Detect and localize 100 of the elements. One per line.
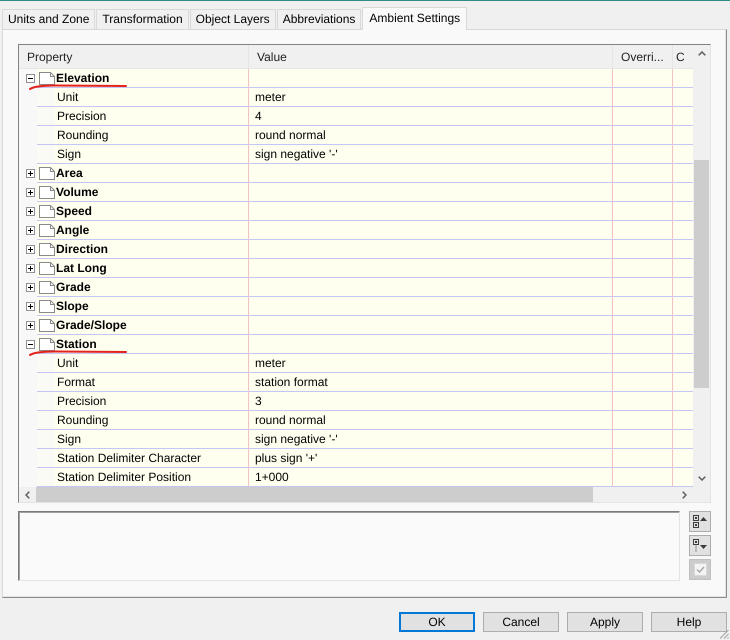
- category-label: Station: [56, 336, 97, 353]
- plus-box-icon[interactable]: [26, 244, 34, 254]
- category-row[interactable]: Angle: [19, 221, 693, 240]
- property-value: round normal: [255, 412, 326, 429]
- scrollbar-thumb[interactable]: [694, 160, 709, 388]
- property-value: sign negative '-': [255, 146, 338, 163]
- dialog-button[interactable]: Cancel: [483, 612, 559, 632]
- property-value: sign negative '-': [255, 431, 338, 448]
- dialog-button[interactable]: Apply: [567, 612, 643, 632]
- category-label: Area: [56, 165, 83, 182]
- category-row[interactable]: Station: [19, 335, 693, 354]
- property-name: Format: [57, 374, 96, 391]
- property-row[interactable]: Precision 3: [19, 392, 693, 411]
- property-value: meter: [255, 89, 286, 106]
- property-name: Rounding: [57, 412, 108, 429]
- scrollbar-thumb[interactable]: [36, 487, 593, 502]
- minus-box-icon[interactable]: [26, 340, 34, 348]
- category-label: Volume: [56, 184, 98, 201]
- property-name: Rounding: [57, 127, 108, 144]
- category-label: Slope: [56, 298, 89, 315]
- squares-arrow-up-icon: [693, 515, 707, 528]
- property-name: Unit: [57, 355, 78, 372]
- page-icon: [39, 262, 55, 274]
- column-header: Value: [257, 50, 287, 64]
- page-icon: [39, 300, 55, 312]
- category-row[interactable]: Grade: [19, 278, 693, 297]
- category-row[interactable]: Elevation: [19, 69, 693, 88]
- category-row[interactable]: Area: [19, 164, 693, 183]
- category-label: Direction: [56, 241, 108, 258]
- category-label: Grade: [56, 279, 91, 296]
- property-name: Unit: [57, 89, 78, 106]
- plus-box-icon[interactable]: [26, 282, 34, 292]
- tab[interactable]: Transformation: [96, 9, 189, 29]
- category-label: Speed: [56, 203, 92, 220]
- property-value: round normal: [255, 127, 326, 144]
- category-label: Grade/Slope: [56, 317, 127, 334]
- category-row[interactable]: Slope: [19, 297, 693, 316]
- page-icon: [39, 242, 55, 256]
- toolbar-button[interactable]: [689, 535, 711, 556]
- plus-box-icon[interactable]: [26, 302, 34, 310]
- category-row[interactable]: Grade/Slope: [19, 316, 693, 335]
- property-row[interactable]: Station Delimiter Position 1+000: [19, 468, 693, 487]
- property-row[interactable]: Sign sign negative '-': [19, 430, 693, 449]
- toolbar-button[interactable]: [689, 511, 711, 532]
- property-name: Station Delimiter Character: [57, 450, 202, 467]
- tab[interactable]: Ambient Settings: [362, 7, 468, 30]
- category-label: Angle: [56, 222, 90, 239]
- dialog-button[interactable]: OK: [399, 612, 475, 632]
- property-value: meter: [255, 355, 286, 372]
- tab[interactable]: Units and Zone: [2, 9, 96, 29]
- dialog-button[interactable]: Help: [651, 612, 727, 632]
- property-row[interactable]: Unit meter: [19, 354, 693, 373]
- property-row[interactable]: Station Delimiter Character plus sign '+': [19, 449, 693, 468]
- property-value: 4: [255, 108, 262, 125]
- property-row[interactable]: Precision 4: [19, 107, 693, 126]
- property-name: Precision: [57, 108, 106, 125]
- tab[interactable]: Object Layers: [190, 9, 276, 29]
- property-row[interactable]: Format station format: [19, 373, 693, 392]
- page-icon: [39, 224, 55, 236]
- check-icon: [694, 563, 706, 576]
- property-name: Sign: [57, 431, 82, 448]
- property-row[interactable]: Unit meter: [19, 88, 693, 107]
- property-value: plus sign '+': [255, 450, 318, 467]
- property-name: Sign: [57, 146, 82, 163]
- chevron-down-icon[interactable]: [698, 476, 706, 481]
- page-icon: [39, 72, 55, 84]
- column-header: Property: [27, 50, 72, 64]
- category-row[interactable]: Volume: [19, 183, 693, 202]
- property-value: station format: [255, 374, 328, 391]
- page-icon: [39, 204, 55, 218]
- square-arrow-down-icon: [693, 539, 707, 552]
- chevron-left-icon[interactable]: [25, 490, 30, 498]
- resize-grip-icon[interactable]: [719, 629, 729, 639]
- tab[interactable]: Abbreviations: [276, 9, 362, 29]
- property-name: Precision: [57, 393, 106, 410]
- plus-box-icon[interactable]: [26, 226, 34, 234]
- plus-box-icon[interactable]: [26, 168, 34, 178]
- plus-box-icon[interactable]: [26, 188, 34, 196]
- property-row[interactable]: Rounding round normal: [19, 411, 693, 430]
- property-value: 3: [255, 393, 262, 410]
- category-label: Elevation: [56, 70, 110, 87]
- page-icon: [39, 338, 55, 350]
- minus-box-icon[interactable]: [26, 74, 34, 82]
- category-row[interactable]: Speed: [19, 202, 693, 221]
- page-icon: [39, 280, 55, 294]
- property-value: 1+000: [255, 469, 289, 486]
- column-header: C: [676, 50, 685, 64]
- plus-box-icon[interactable]: [26, 264, 34, 272]
- property-row[interactable]: Sign sign negative '-': [19, 145, 693, 164]
- page-icon: [39, 318, 55, 332]
- category-row[interactable]: Lat Long: [19, 259, 693, 278]
- plus-box-icon[interactable]: [26, 320, 34, 330]
- chevron-right-icon[interactable]: [682, 490, 687, 498]
- category-label: Lat Long: [56, 260, 107, 277]
- plus-box-icon[interactable]: [26, 206, 34, 216]
- property-name: Station Delimiter Position: [57, 469, 192, 486]
- column-header: Overri...: [621, 50, 664, 64]
- chevron-up-icon[interactable]: [698, 51, 706, 56]
- property-row[interactable]: Rounding round normal: [19, 126, 693, 145]
- category-row[interactable]: Direction: [19, 240, 693, 259]
